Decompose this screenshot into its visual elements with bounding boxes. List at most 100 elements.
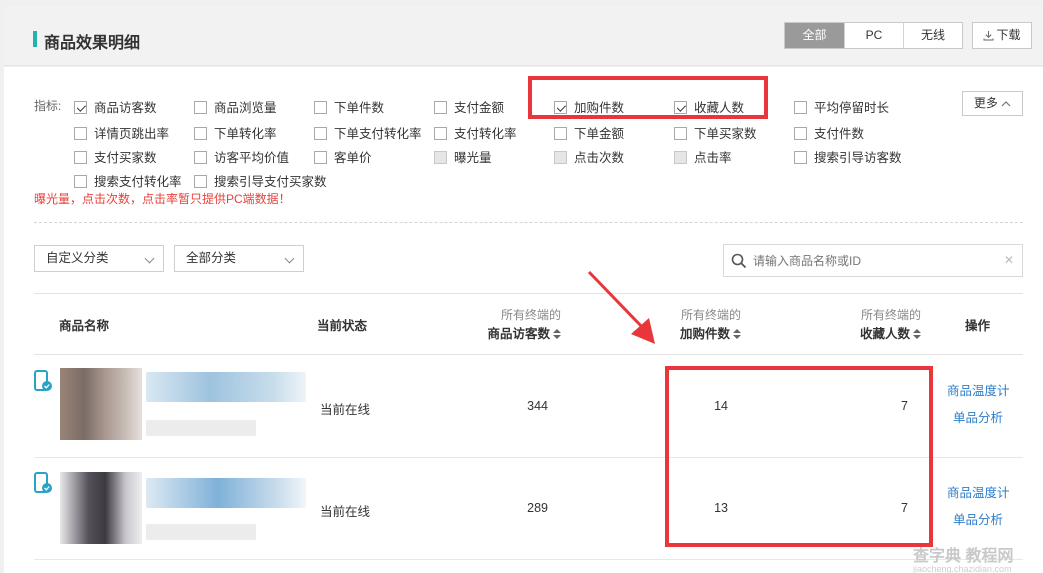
- clear-icon[interactable]: ✕: [1004, 253, 1014, 267]
- checkbox[interactable]: [194, 127, 207, 140]
- checkbox[interactable]: [74, 151, 87, 164]
- checkbox[interactable]: [554, 127, 567, 140]
- annotation-arrow-icon: [587, 270, 655, 344]
- option-label: 访客平均价值: [214, 151, 290, 165]
- sort-icon[interactable]: [553, 329, 561, 339]
- checkbox[interactable]: [74, 101, 87, 114]
- col-status: 当前状态: [317, 319, 368, 333]
- col-visitors[interactable]: 所有终端的 商品访客数: [487, 306, 561, 342]
- custom-category-dropdown[interactable]: 自定义分类: [34, 245, 164, 272]
- option-label: 下单买家数: [694, 127, 757, 141]
- checkbox[interactable]: [314, 127, 327, 140]
- checkbox[interactable]: [434, 127, 447, 140]
- checkbox-disabled: [434, 151, 447, 164]
- indicator-option[interactable]: 详情页跳出率: [74, 123, 170, 141]
- sort-icon[interactable]: [913, 329, 921, 339]
- checkbox[interactable]: [194, 101, 207, 114]
- indicator-label: 指标:: [34, 99, 62, 113]
- option-label: 点击率: [694, 151, 732, 165]
- indicator-option[interactable]: 搜索引导访客数: [794, 147, 902, 165]
- all-category-dropdown[interactable]: 全部分类: [174, 245, 304, 272]
- checkbox[interactable]: [434, 101, 447, 114]
- sort-icon[interactable]: [733, 329, 741, 339]
- indicator-option[interactable]: 下单件数: [314, 97, 384, 115]
- checkbox-disabled: [554, 151, 567, 164]
- checkbox[interactable]: [194, 151, 207, 164]
- option-label: 详情页跳出率: [94, 127, 170, 141]
- indicator-option[interactable]: 平均停留时长: [794, 97, 890, 115]
- indicator-option[interactable]: 支付金额: [434, 97, 504, 115]
- col-cart[interactable]: 所有终端的 加购件数: [680, 306, 741, 342]
- product-thumbnail[interactable]: [60, 472, 142, 544]
- col-fav-label: 收藏人数: [859, 327, 910, 341]
- checkbox[interactable]: [794, 101, 807, 114]
- indicator-option[interactable]: 支付件数: [794, 123, 865, 141]
- option-label: 平均停留时长: [814, 101, 890, 115]
- indicator-option[interactable]: 下单金额: [554, 123, 625, 141]
- col-visitors-label: 商品访客数: [487, 327, 550, 341]
- more-button[interactable]: 更多: [962, 91, 1023, 116]
- checkbox[interactable]: [74, 175, 87, 188]
- page-title: 商品效果明细: [44, 35, 141, 52]
- checkbox[interactable]: [794, 151, 807, 164]
- single-analysis-link[interactable]: 单品分析: [953, 509, 1003, 528]
- indicator-option: 曝光量: [434, 147, 492, 165]
- option-label: 搜索支付转化率: [94, 175, 182, 189]
- product-thumbnail[interactable]: [60, 368, 142, 440]
- option-label: 商品访客数: [94, 101, 157, 115]
- checkbox[interactable]: [674, 127, 687, 140]
- indicator-option[interactable]: 访客平均价值: [194, 147, 290, 165]
- indicator-option[interactable]: 下单买家数: [674, 123, 757, 141]
- checkbox-disabled: [674, 151, 687, 164]
- col-cart-sub: 所有终端的: [680, 308, 741, 322]
- search-input[interactable]: [753, 251, 1003, 271]
- indicator-option[interactable]: 搜索支付转化率: [74, 171, 182, 189]
- checkbox[interactable]: [194, 175, 207, 188]
- checkbox[interactable]: [794, 127, 807, 140]
- checkbox[interactable]: [314, 101, 327, 114]
- option-label: 下单金额: [574, 127, 625, 141]
- indicator-option[interactable]: 搜索引导支付买家数: [194, 171, 327, 189]
- thermometer-link[interactable]: 商品温度计: [947, 482, 1010, 501]
- chevron-down-icon: [284, 253, 295, 264]
- segment-wireless[interactable]: 无线: [903, 23, 962, 48]
- section-divider: [34, 222, 1023, 223]
- mobile-device-icon: [34, 472, 52, 493]
- download-button[interactable]: 下载: [972, 22, 1032, 49]
- thermometer-link[interactable]: 商品温度计: [947, 380, 1010, 399]
- watermark-sub: jiaocheng.chazidian.com: [913, 564, 1012, 573]
- product-title-blurred[interactable]: [146, 372, 306, 402]
- option-label: 曝光量: [454, 151, 492, 165]
- indicator-option[interactable]: 商品访客数: [74, 97, 157, 115]
- product-meta-blurred: [146, 524, 256, 540]
- option-label: 支付转化率: [454, 127, 517, 141]
- indicator-option: 点击率: [674, 147, 732, 165]
- pc-only-warning: 曝光量，点击次数，点击率暂只提供PC端数据！: [34, 192, 291, 206]
- col-favorites[interactable]: 所有终端的 收藏人数: [860, 306, 921, 342]
- col-visitors-sub: 所有终端的: [500, 308, 561, 322]
- product-meta-blurred: [146, 420, 256, 436]
- chevron-up-icon: [1001, 101, 1011, 107]
- option-label: 支付买家数: [94, 151, 157, 165]
- title-accent-bar: [33, 31, 37, 47]
- product-title-blurred[interactable]: [146, 478, 306, 508]
- indicator-option[interactable]: 下单转化率: [194, 123, 277, 141]
- indicator-option[interactable]: 商品浏览量: [194, 97, 277, 115]
- indicator-option[interactable]: 下单支付转化率: [314, 123, 422, 141]
- annotation-highlight-indicators: [528, 76, 768, 119]
- col-cart-label: 加购件数: [679, 327, 730, 341]
- indicator-option[interactable]: 支付买家数: [74, 147, 157, 165]
- segment-all[interactable]: 全部: [785, 23, 844, 48]
- checkbox[interactable]: [74, 127, 87, 140]
- more-label: 更多: [973, 96, 998, 110]
- mobile-device-icon: [34, 370, 52, 391]
- indicator-option[interactable]: 客单价: [314, 147, 372, 165]
- single-analysis-link[interactable]: 单品分析: [953, 407, 1003, 426]
- indicator-option[interactable]: 支付转化率: [434, 123, 517, 141]
- option-label: 支付件数: [814, 127, 865, 141]
- checkbox[interactable]: [314, 151, 327, 164]
- option-label: 商品浏览量: [214, 101, 277, 115]
- watermark-main: 查字典 教程网: [913, 548, 1014, 565]
- download-label: 下载: [996, 28, 1021, 42]
- segment-pc[interactable]: PC: [844, 23, 903, 48]
